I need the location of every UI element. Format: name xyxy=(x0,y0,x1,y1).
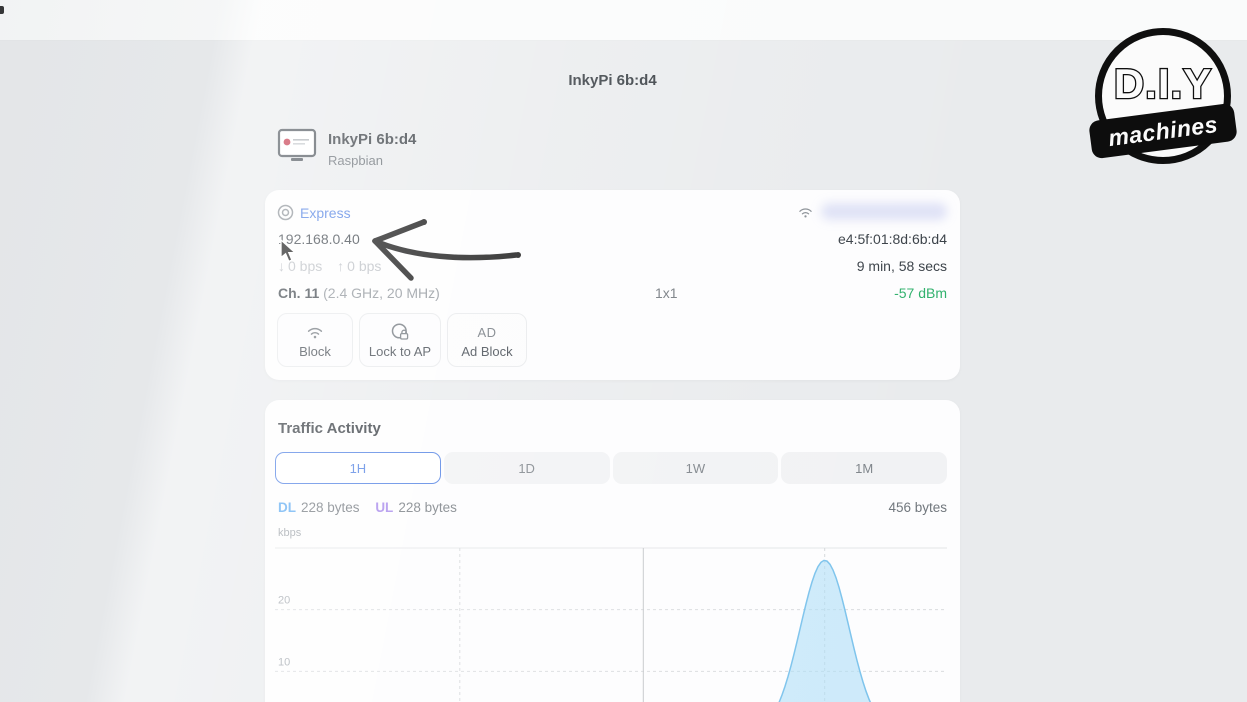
traffic-activity-title: Traffic Activity xyxy=(278,420,381,437)
network-badge-label: Express xyxy=(300,204,351,221)
channel-label: Ch. 11 xyxy=(278,285,320,301)
time-range-tabs: 1H 1D 1W 1M xyxy=(275,452,947,484)
download-total: 228 bytes xyxy=(301,500,360,515)
y-axis-unit-label: kbps xyxy=(278,527,302,539)
lock-to-ap-button-label: Lock to AP xyxy=(368,344,432,359)
spatial-streams: 1x1 xyxy=(655,285,678,301)
channel-detail: (2.4 GHz, 20 MHz) xyxy=(323,285,440,301)
svg-text:D.I.Y: D.I.Y xyxy=(1114,60,1212,107)
traffic-total: 456 bytes xyxy=(888,500,947,515)
download-rate: 0 bps xyxy=(288,258,323,274)
lock-to-ap-icon xyxy=(390,322,410,342)
traffic-activity-card: Traffic Activity 1H 1D 1W 1M DL 228 bytes… xyxy=(265,400,960,702)
tab-1h[interactable]: 1H xyxy=(275,452,441,484)
device-name: InkyPi 6b:d4 xyxy=(328,131,417,148)
tab-1d[interactable]: 1D xyxy=(443,452,610,484)
traffic-chart[interactable]: 10 20 xyxy=(275,546,947,702)
ad-block-button[interactable]: AD Ad Block xyxy=(447,313,527,367)
traffic-stats: DL 228 bytes UL 228 bytes xyxy=(278,500,457,515)
upload-rate: 0 bps xyxy=(347,258,382,274)
diy-machines-logo: D.I.Y machines xyxy=(1088,28,1238,164)
block-button[interactable]: Block xyxy=(277,313,353,367)
download-arrow-icon: ↓ xyxy=(278,258,285,274)
page-title: InkyPi 6b:d4 xyxy=(568,72,657,89)
ad-icon: AD xyxy=(477,324,497,340)
target-circle-icon xyxy=(277,204,294,221)
mac-address: e4:5f:01:8d:6b:d4 xyxy=(838,231,947,247)
download-legend-label: DL xyxy=(278,500,296,515)
tab-1m[interactable]: 1M xyxy=(781,452,947,484)
wifi-icon xyxy=(799,207,812,218)
upload-total: 228 bytes xyxy=(398,500,457,515)
throughput-row: ↓ 0 bps ↑ 0 bps xyxy=(278,258,384,274)
action-buttons: Block Lock to AP AD Ad Block xyxy=(277,313,527,367)
device-header: InkyPi 6b:d4 Raspbian xyxy=(277,128,416,168)
ssid-redacted xyxy=(821,203,947,220)
uptime: 9 min, 58 secs xyxy=(856,258,947,274)
wifi-icon xyxy=(305,322,325,342)
lock-to-ap-button[interactable]: Lock to AP xyxy=(359,313,441,367)
video-artifact xyxy=(0,6,4,14)
upload-legend-label: UL xyxy=(375,500,394,515)
signal-strength: -57 dBm xyxy=(894,285,947,301)
device-os: Raspbian xyxy=(328,153,383,168)
network-badge[interactable]: Express xyxy=(277,204,351,221)
tab-1w[interactable]: 1W xyxy=(612,452,779,484)
block-button-label: Block xyxy=(299,344,331,359)
raspberry-pi-monitor-icon xyxy=(277,128,317,161)
ad-block-button-label: Ad Block xyxy=(461,344,513,359)
client-overview-card: Express 192.168.0.40 ↓ 0 bps ↑ 0 bps Ch. 1… xyxy=(265,190,960,380)
channel-row: Ch. 11 (2.4 GHz, 20 MHz) xyxy=(278,285,440,301)
upload-arrow-icon: ↑ xyxy=(337,258,345,274)
wifi-network-row[interactable] xyxy=(797,203,947,220)
ip-address: 192.168.0.40 xyxy=(278,231,360,247)
svg-text:10: 10 xyxy=(278,656,290,668)
svg-text:20: 20 xyxy=(278,595,290,607)
top-bar xyxy=(0,0,1247,41)
